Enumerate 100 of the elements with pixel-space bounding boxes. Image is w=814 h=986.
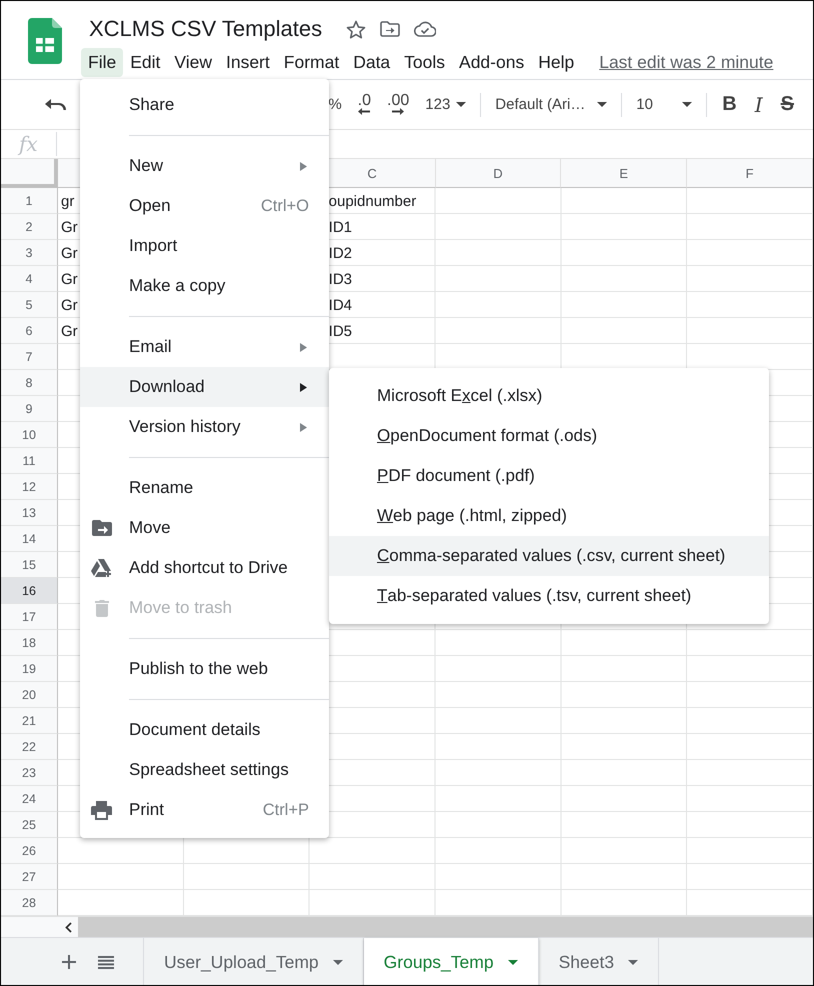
caret-icon	[332, 960, 343, 964]
row-header[interactable]: 27	[1, 864, 58, 890]
strikethrough-button[interactable]: S	[772, 93, 803, 116]
cell-text: Gr	[61, 270, 78, 288]
row-header[interactable]: 10	[1, 422, 58, 448]
menu-item[interactable]: Email	[80, 327, 329, 367]
menu-item[interactable]: Move	[80, 508, 329, 548]
trash-icon	[94, 599, 108, 617]
menu-bar-item[interactable]: Add-ons	[452, 48, 532, 76]
submenu-arrow-icon	[300, 422, 307, 432]
undo-icon[interactable]	[45, 98, 67, 110]
cell-text: ID1	[328, 218, 352, 236]
sheet-tab[interactable]: Sheet3	[538, 938, 660, 985]
menu-bar-item[interactable]: Edit	[123, 48, 168, 76]
font-size-dropdown[interactable]: 10	[628, 96, 700, 113]
menu-bar-item[interactable]: Insert	[218, 48, 277, 76]
menu-item[interactable]: Comma-separated values (.csv, current sheet)	[329, 536, 769, 576]
menu-item[interactable]: Download	[80, 367, 329, 407]
row-header[interactable]: 7	[1, 344, 58, 370]
menu-bar-item[interactable]: File	[81, 48, 124, 76]
row-header[interactable]: 2	[1, 214, 58, 240]
caret-icon	[628, 960, 638, 964]
menu-item[interactable]: Make a copy	[80, 266, 329, 306]
menu-item[interactable]: Open Ctrl+O	[80, 186, 329, 226]
italic-button[interactable]: I	[746, 92, 772, 116]
menu-bar-item[interactable]: Help	[531, 48, 582, 76]
submenu-arrow-icon	[300, 342, 307, 352]
menu-item[interactable]: Import	[80, 226, 329, 266]
menu-item[interactable]: Web page (.html, zipped)	[329, 496, 769, 536]
caret-icon	[456, 102, 466, 107]
caret-icon	[682, 102, 692, 107]
column-header[interactable]: E	[561, 159, 688, 188]
row-header[interactable]: 5	[1, 292, 58, 318]
folder-move-icon[interactable]	[380, 21, 400, 37]
spreadsheet-logo-icon[interactable]	[28, 18, 62, 64]
row-header[interactable]: 19	[1, 656, 58, 682]
shortcut-label: Ctrl+O	[260, 196, 309, 216]
number-format-button[interactable]: 123	[417, 96, 474, 113]
row-header[interactable]: 20	[1, 682, 58, 708]
row-header[interactable]: 11	[1, 448, 58, 474]
cloud-check-icon[interactable]	[414, 21, 436, 37]
document-title[interactable]: XCLMS CSV Templates	[89, 16, 322, 42]
menu-item[interactable]: Share	[80, 85, 329, 125]
add-sheet-icon[interactable]	[62, 955, 76, 969]
row-header[interactable]: 3	[1, 240, 58, 266]
row-header[interactable]: 22	[1, 734, 58, 760]
menu-bar-item[interactable]: View	[167, 48, 219, 76]
menu-item[interactable]: Publish to the web	[80, 649, 329, 689]
menu-item[interactable]: Version history	[80, 407, 329, 447]
caret-icon	[508, 960, 518, 964]
menu-item[interactable]: PDF document (.pdf)	[329, 456, 769, 496]
cell-text: Gr	[61, 322, 78, 340]
row-header[interactable]: 16	[1, 578, 58, 604]
row-header[interactable]: 21	[1, 708, 58, 734]
cell-text: ID3	[328, 270, 352, 288]
bold-button[interactable]: B	[713, 93, 746, 116]
caret-icon	[597, 102, 608, 107]
menu-item[interactable]: Print Ctrl+P	[80, 790, 329, 830]
menu-item[interactable]: Rename	[80, 468, 329, 508]
increase-decimal-button[interactable]: .00	[379, 94, 418, 115]
row-header[interactable]: 15	[1, 552, 58, 578]
row-header[interactable]: 25	[1, 812, 58, 838]
row-header[interactable]: 6	[1, 318, 58, 344]
row-header[interactable]: 1	[1, 188, 58, 214]
sheet-list-icon[interactable]	[98, 956, 114, 968]
cell-text: Gr	[61, 244, 78, 262]
column-header[interactable]: D	[436, 159, 562, 188]
font-dropdown[interactable]: Default (Ari…	[487, 96, 616, 113]
drive-add-icon	[90, 558, 112, 578]
row-header[interactable]: 24	[1, 786, 58, 812]
cell-text: oupidnumber	[328, 192, 416, 210]
row-header[interactable]: 8	[1, 370, 58, 396]
menu-item[interactable]: Spreadsheet settings	[80, 750, 329, 790]
submenu-arrow-icon	[300, 162, 307, 170]
menu-item[interactable]: Document details	[80, 710, 329, 750]
menu-item[interactable]: OpenDocument format (.ods)	[329, 416, 769, 456]
row-header[interactable]: 26	[1, 838, 58, 864]
sheet-tab[interactable]: Groups_Temp	[364, 938, 539, 985]
shortcut-label: Ctrl+P	[262, 800, 309, 820]
menu-item[interactable]: Add shortcut to Drive	[80, 548, 329, 588]
row-header[interactable]: 14	[1, 526, 58, 552]
menu-bar-item[interactable]: Tools	[397, 48, 452, 76]
row-header[interactable]: 28	[1, 890, 58, 916]
row-header[interactable]: 9	[1, 396, 58, 422]
menu-bar-item[interactable]: Data	[346, 48, 398, 76]
star-icon[interactable]	[346, 20, 366, 38]
row-header[interactable]: 23	[1, 760, 58, 786]
row-header[interactable]: 13	[1, 500, 58, 526]
row-header[interactable]: 4	[1, 266, 58, 292]
last-edit-link[interactable]: Last edit was 2 minute	[599, 52, 774, 72]
menu-bar-item[interactable]: Format	[276, 48, 346, 76]
row-header[interactable]: 17	[1, 604, 58, 630]
row-header[interactable]: 12	[1, 474, 58, 500]
menu-item[interactable]: Tab-separated values (.tsv, current sheet)	[329, 576, 769, 616]
column-header[interactable]: F	[687, 159, 813, 188]
row-header[interactable]: 18	[1, 630, 58, 656]
cell-text: Gr	[61, 218, 78, 236]
menu-item[interactable]: Microsoft Excel (.xlsx)	[329, 376, 769, 416]
scroll-left-icon[interactable]	[64, 922, 72, 932]
decrease-decimal-button[interactable]: .0	[350, 94, 380, 115]
